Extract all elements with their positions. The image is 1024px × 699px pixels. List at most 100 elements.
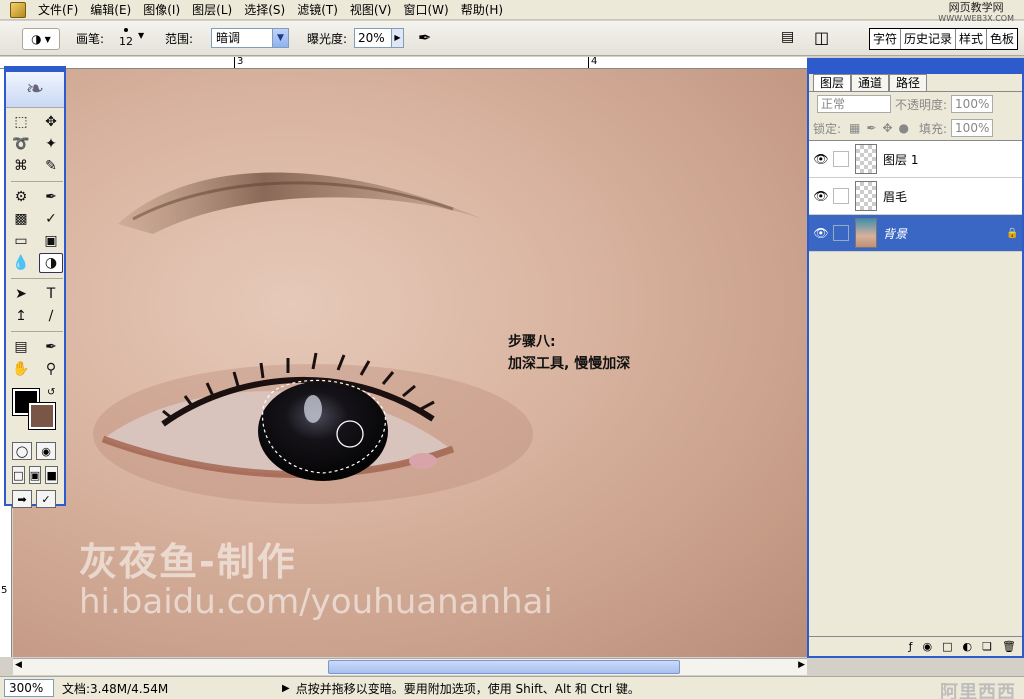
lock-image-icon[interactable]: ✒	[866, 121, 876, 135]
link-toggle[interactable]	[833, 188, 849, 204]
quick-mask-mode-icon[interactable]: ◉	[36, 442, 56, 460]
chevron-down-icon: ▼	[272, 29, 288, 47]
menu-layer[interactable]: 图层(L)	[186, 0, 238, 20]
tab-layers[interactable]: 图层	[813, 74, 852, 91]
zoom-tool-icon[interactable]: ⚲	[39, 359, 63, 379]
layer-row-selected[interactable]: 👁 背景 🔒	[809, 215, 1022, 252]
crop-tool-icon[interactable]: ⌘	[9, 156, 33, 176]
palette-tab-character[interactable]: 字符	[870, 29, 901, 49]
trash-icon[interactable]: 🗑	[1002, 640, 1016, 653]
move-tool-icon[interactable]: ✥	[39, 112, 63, 132]
exposure-field[interactable]: 20% ▶	[354, 28, 404, 48]
full-screen-icon[interactable]: ■	[45, 466, 59, 484]
layers-palette-tabs: 图层 通道 路径	[809, 74, 1022, 92]
ruler-mark: 3	[234, 57, 243, 68]
magic-wand-tool-icon[interactable]: ✦	[39, 134, 63, 154]
brush-dropdown-icon[interactable]: ▼	[138, 31, 144, 40]
menu-file[interactable]: 文件(F)	[32, 0, 84, 20]
eye-icon[interactable]: 👁	[809, 152, 833, 166]
menu-image[interactable]: 图像(I)	[137, 0, 186, 20]
gradient-tool-icon[interactable]: ▣	[39, 231, 63, 251]
palette-tab-styles[interactable]: 样式	[956, 29, 987, 49]
palette-tab-swatches[interactable]: 色板	[987, 29, 1017, 49]
blend-mode-select[interactable]: 正常	[817, 95, 891, 113]
document-canvas[interactable]: 步骤八: 加深工具, 慢慢加深 灰夜鱼-制作 hi.baidu.com/youh…	[13, 69, 807, 657]
toolbox-divider	[11, 181, 63, 182]
layer-style-icon[interactable]: ƒ	[909, 640, 913, 653]
range-select[interactable]: 暗调 ▼	[211, 28, 289, 48]
imageready-icon[interactable]: ➡	[12, 490, 32, 508]
layer-thumbnail	[855, 144, 877, 174]
type-tool-icon[interactable]: T	[39, 284, 63, 304]
menu-view[interactable]: 视图(V)	[344, 0, 398, 20]
standard-mode-icon[interactable]: ◯	[12, 442, 32, 460]
layer-name: 图层 1	[883, 152, 919, 167]
palette-tab-history[interactable]: 历史记录	[901, 29, 956, 49]
eye-icon[interactable]: 👁	[809, 189, 833, 203]
brush-edit-icon[interactable]	[833, 225, 849, 241]
burn-tool-icon[interactable]: ◑	[39, 253, 63, 273]
tool-preset-picker[interactable]: ◑ ▼	[22, 28, 60, 50]
tab-paths[interactable]: 路径	[889, 74, 928, 91]
lock-all-icon[interactable]: ●	[899, 121, 909, 135]
menu-filter[interactable]: 滤镜(T)	[291, 0, 344, 20]
clone-stamp-tool-icon[interactable]: ▩	[9, 209, 33, 229]
hand-tool-icon[interactable]: ✋	[9, 359, 33, 379]
pen-tool-icon[interactable]: ↥	[9, 306, 33, 326]
menu-help[interactable]: 帮助(H)	[455, 0, 509, 20]
palette-well-icon[interactable]: ◫	[814, 28, 829, 47]
layer-thumbnail	[855, 181, 877, 211]
healing-brush-tool-icon[interactable]: ⚙	[9, 187, 33, 207]
lasso-tool-icon[interactable]: ➰	[9, 134, 33, 154]
opacity-field[interactable]: 100%	[951, 95, 994, 113]
path-selection-tool-icon[interactable]: ➤	[9, 284, 33, 304]
toolbox-palette: ❧ ⬚ ✥ ➰ ✦ ⌘ ✎ ⚙ ✒ ▩ ✓ ▭ ▣ 💧 ◑ ➤ T ↥ ∕ ▤ …	[4, 66, 66, 508]
adjustment-layer-icon[interactable]: ◐	[963, 640, 973, 653]
file-browser-icon[interactable]: ▤	[781, 29, 794, 45]
link-toggle[interactable]	[833, 151, 849, 167]
new-group-icon[interactable]: □	[942, 640, 952, 653]
layer-row[interactable]: 👁 眉毛	[809, 178, 1022, 215]
status-bar: 300% 文档:3.48M/4.54M ▶ 点按并拖移以变暗。要用附加选项，使用…	[0, 676, 1024, 699]
exposure-slider-arrow-icon[interactable]: ▶	[391, 29, 403, 47]
check-icon[interactable]: ✓	[36, 490, 56, 508]
fill-field[interactable]: 100%	[951, 119, 994, 137]
scroll-right-icon[interactable]: ▶	[798, 660, 805, 670]
zoom-field[interactable]: 300%	[4, 679, 54, 697]
eraser-tool-icon[interactable]: ▭	[9, 231, 33, 251]
tab-channels[interactable]: 通道	[851, 74, 890, 91]
swap-colors-icon[interactable]: ↺	[47, 387, 55, 398]
scrollbar-thumb[interactable]	[328, 660, 680, 674]
status-hint: 点按并拖移以变暗。要用附加选项，使用 Shift、Alt 和 Ctrl 键。	[295, 681, 640, 696]
new-layer-icon[interactable]: ❏	[982, 640, 992, 653]
background-color-swatch[interactable]	[28, 402, 56, 430]
full-screen-menu-icon[interactable]: ▣	[28, 466, 42, 484]
add-mask-icon[interactable]: ◉	[923, 640, 933, 653]
blur-tool-icon[interactable]: 💧	[9, 253, 33, 273]
lock-position-icon[interactable]: ✥	[882, 121, 892, 135]
marquee-tool-icon[interactable]: ⬚	[9, 112, 33, 132]
menu-edit[interactable]: 编辑(E)	[84, 0, 137, 20]
standard-screen-icon[interactable]: □	[12, 466, 25, 484]
menu-window[interactable]: 窗口(W)	[397, 0, 454, 20]
feather-logo-icon[interactable]: ❧	[6, 72, 64, 108]
doc-info[interactable]: 文档:3.48M/4.54M	[62, 680, 272, 697]
line-tool-icon[interactable]: ∕	[39, 306, 63, 326]
history-brush-tool-icon[interactable]: ✓	[39, 209, 63, 229]
eye-icon[interactable]: 👁	[809, 226, 833, 240]
horizontal-scrollbar[interactable]: ◀ ▶	[13, 658, 807, 675]
notes-tool-icon[interactable]: ▤	[9, 337, 33, 357]
corner-watermark: 阿里西西	[940, 682, 1016, 699]
layer-row[interactable]: 👁 图层 1	[809, 141, 1022, 178]
menu-select[interactable]: 选择(S)	[238, 0, 291, 20]
brush-tool-icon[interactable]: ✒	[39, 187, 63, 207]
lock-transparency-icon[interactable]: ▦	[849, 121, 860, 135]
burn-tool-icon: ◑	[31, 32, 42, 46]
slice-tool-icon[interactable]: ✎	[39, 156, 63, 176]
ruler-horizontal[interactable]: 3 4	[0, 57, 807, 69]
airbrush-icon[interactable]: ✒	[418, 28, 431, 47]
scroll-left-icon[interactable]: ◀	[15, 660, 22, 670]
brush-picker[interactable]: 12	[112, 25, 140, 53]
eyedropper-tool-icon[interactable]: ✒	[39, 337, 63, 357]
status-menu-arrow-icon[interactable]: ▶	[282, 683, 290, 694]
